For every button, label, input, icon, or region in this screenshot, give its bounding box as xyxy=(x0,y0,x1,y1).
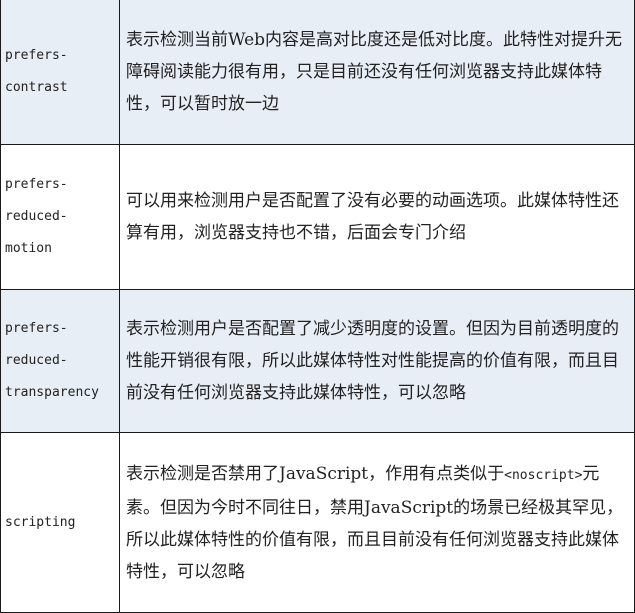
code-snippet: <noscript> xyxy=(504,467,583,483)
table-row: scripting 表示检测是否禁用了JavaScript，作用有点类似于<no… xyxy=(0,432,635,613)
feature-name: scripting xyxy=(0,432,120,613)
feature-description: 表示检测当前Web内容是高对比度还是低对比度。此特性对提升无障碍阅读能力很有用，… xyxy=(119,0,635,145)
feature-name: prefers- reduced- transparency xyxy=(0,289,120,433)
feature-name: prefers- reduced- motion xyxy=(0,144,120,290)
media-features-table: prefers- contrast 表示检测当前Web内容是高对比度还是低对比度… xyxy=(0,0,635,613)
feature-description: 表示检测是否禁用了JavaScript，作用有点类似于<noscript>元素。… xyxy=(119,432,635,613)
table-row: prefers- reduced- transparency 表示检测用户是否配… xyxy=(0,289,635,433)
feature-description: 可以用来检测用户是否配置了没有必要的动画选项。此媒体特性还算有用，浏览器支持也不… xyxy=(119,144,635,290)
feature-name: prefers- contrast xyxy=(0,0,120,145)
table-row: prefers- reduced- motion 可以用来检测用户是否配置了没有… xyxy=(0,144,635,290)
description-text: 表示检测是否禁用了JavaScript，作用有点类似于 xyxy=(126,463,505,484)
feature-description: 表示检测用户是否配置了减少透明度的设置。但因为目前透明度的性能开销很有限，所以此… xyxy=(119,289,635,433)
table-row: prefers- contrast 表示检测当前Web内容是高对比度还是低对比度… xyxy=(0,0,635,145)
